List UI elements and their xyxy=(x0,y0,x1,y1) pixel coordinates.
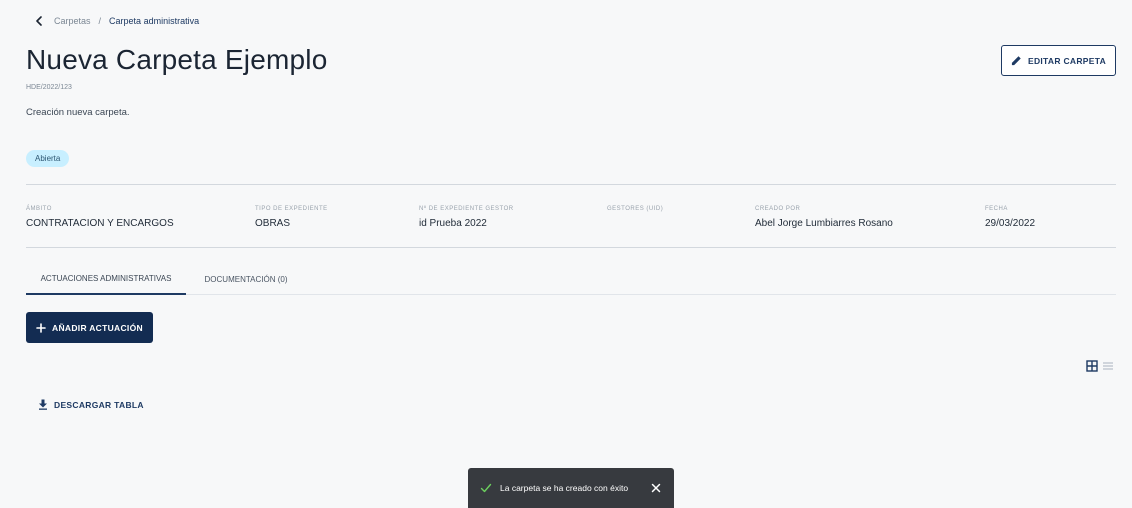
info-expediente-gestor: Nº DE EXPEDIENTE GESTOR id Prueba 2022 xyxy=(419,206,514,229)
download-table-label: DESCARGAR TABLA xyxy=(54,399,144,410)
info-tipo-expediente: TIPO DE EXPEDIENTE OBRAS xyxy=(255,206,328,229)
list-view-button[interactable] xyxy=(1102,360,1114,372)
plus-icon xyxy=(36,322,46,333)
info-gestores: GESTORES (UID) xyxy=(607,206,663,218)
tab-documentacion[interactable]: DOCUMENTACIÓN (0) xyxy=(186,264,306,295)
folder-code: HDE/2022/123 xyxy=(26,84,72,91)
view-toggle xyxy=(1086,360,1114,372)
toast-message: La carpeta se ha creado con éxito xyxy=(500,483,629,493)
info-value: id Prueba 2022 xyxy=(419,218,487,229)
info-label: TIPO DE EXPEDIENTE xyxy=(255,206,328,212)
info-label: GESTORES (UID) xyxy=(607,206,664,212)
page-title: Nueva Carpeta Ejemplo xyxy=(26,44,328,75)
folder-detail-page: Carpetas / Carpeta administrativa Nueva … xyxy=(0,0,1132,508)
info-value: Abel Jorge Lumbiarres Rosano xyxy=(755,218,893,229)
breadcrumb-current: Carpeta administrativa xyxy=(109,16,200,26)
info-value: 29/03/2022 xyxy=(985,218,1036,229)
breadcrumb-separator: / xyxy=(98,16,102,26)
download-icon xyxy=(39,399,47,410)
tab-bar: ACTUACIONES ADMINISTRATIVAS DOCUMENTACIÓ… xyxy=(26,264,1116,295)
back-button[interactable] xyxy=(32,14,46,28)
info-value: OBRAS xyxy=(255,218,291,229)
info-label: FECHA xyxy=(985,206,1008,212)
success-toast: La carpeta se ha creado con éxito xyxy=(468,468,674,508)
edit-folder-button[interactable]: EDITAR CARPETA xyxy=(1001,45,1116,76)
list-icon xyxy=(1103,362,1113,370)
pencil-icon xyxy=(1011,56,1021,66)
toast-close-button[interactable] xyxy=(650,482,662,494)
add-actuacion-button[interactable]: AÑADIR ACTUACIÓN xyxy=(26,312,153,343)
breadcrumb-parent-link[interactable]: Carpetas xyxy=(54,16,91,26)
close-icon xyxy=(651,483,661,493)
info-fecha: FECHA 29/03/2022 xyxy=(985,206,1035,229)
tab-actuaciones[interactable]: ACTUACIONES ADMINISTRATIVAS xyxy=(26,264,186,295)
info-value: CONTRATACION Y ENCARGOS xyxy=(26,218,174,229)
add-actuacion-label: AÑADIR ACTUACIÓN xyxy=(52,322,143,333)
divider-bottom xyxy=(26,247,1116,248)
info-label: ÁMBITO xyxy=(26,206,52,212)
divider-top xyxy=(26,184,1116,185)
info-creado-por: CREADO POR Abel Jorge Lumbiarres Rosano xyxy=(755,206,893,229)
check-icon xyxy=(480,483,492,493)
edit-folder-label: EDITAR CARPETA xyxy=(1027,55,1107,66)
breadcrumb: Carpetas / Carpeta administrativa xyxy=(32,14,199,28)
grid-icon xyxy=(1086,360,1098,372)
info-ambito: ÁMBITO CONTRATACION Y ENCARGOS xyxy=(26,206,174,229)
info-label: Nº DE EXPEDIENTE GESTOR xyxy=(419,206,514,212)
info-label: CREADO POR xyxy=(755,206,801,212)
chevron-left-icon xyxy=(36,16,42,26)
status-badge: Abierta xyxy=(26,150,70,167)
download-table-button[interactable]: DESCARGAR TABLA xyxy=(38,399,144,410)
folder-description: Creación nueva carpeta. xyxy=(26,107,130,118)
grid-view-button[interactable] xyxy=(1086,360,1098,372)
